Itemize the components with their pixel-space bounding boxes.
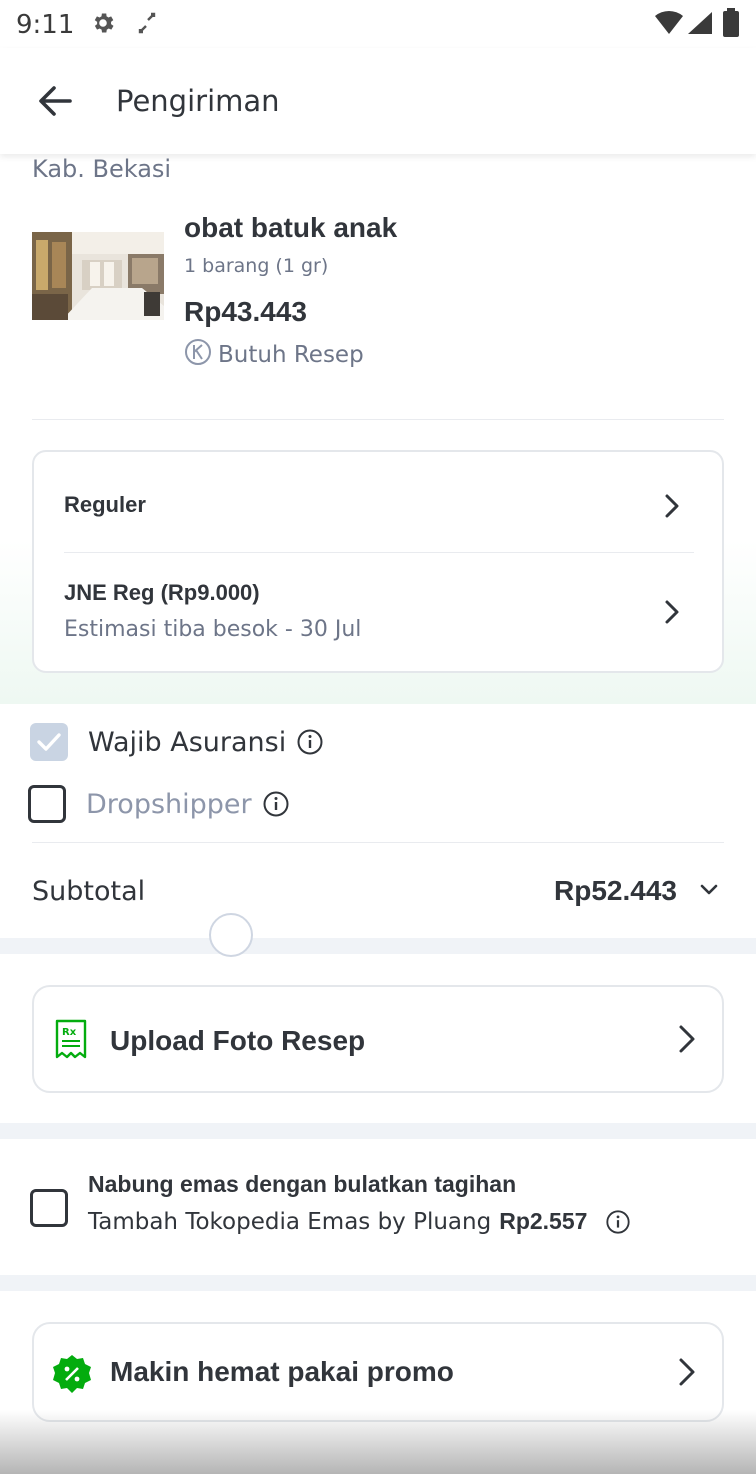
product-image [32,232,164,320]
svg-text:Rx: Rx [62,1027,77,1038]
promo-discount-icon [52,1354,92,1399]
settings-gear-icon [90,10,116,41]
promo-label: Makin hemat pakai promo [110,1356,454,1387]
courier-label: JNE Reg (Rp9.000) [64,580,260,605]
subtotal-value: Rp52.443 [554,875,677,906]
info-icon[interactable] [262,790,290,818]
info-icon[interactable] [605,1209,631,1235]
chevron-right-icon [676,1023,698,1060]
bottom-shadow [0,1410,756,1474]
section-separator [0,1275,756,1291]
insurance-label: Wajib Asuransi [88,726,287,758]
emas-subtitle: Tambah Tokopedia Emas by Pluang Rp2.557 [88,1208,631,1235]
loading-spinner [209,913,253,957]
k-badge-icon [184,338,212,372]
insurance-option: Wajib Asuransi [30,723,324,761]
status-bar: 9:11 [0,0,756,48]
battery-icon [722,8,740,43]
app-bar: Pengiriman [0,48,756,154]
wifi-icon [654,10,684,41]
delivery-estimate: Estimasi tiba besok - 30 Jul [64,617,362,642]
cell-signal-icon [686,10,714,41]
divider [64,552,694,553]
back-arrow-icon[interactable] [34,80,76,127]
dropshipper-label: Dropshipper [86,788,252,820]
chevron-down-icon [698,880,720,905]
info-icon[interactable] [296,728,324,756]
emas-amount: Rp2.557 [499,1208,588,1234]
section-separator [0,1123,756,1139]
emas-title: Nabung emas dengan bulatkan tagihan [88,1171,517,1197]
divider [32,419,724,420]
product-quantity: 1 barang (1 gr) [184,255,329,277]
dropshipper-option: Dropshipper [28,785,290,823]
dropshipper-checkbox[interactable] [28,785,66,823]
promo-card[interactable]: Makin hemat pakai promo [32,1322,724,1422]
emas-subtitle-text: Tambah Tokopedia Emas by Pluang [88,1208,492,1235]
insurance-checkbox[interactable] [30,723,68,761]
product-name: obat batuk anak [184,212,398,243]
emas-checkbox[interactable] [30,1189,68,1227]
shipping-location: Kab. Bekasi [32,155,172,183]
status-time: 9:11 [16,10,75,40]
shipping-service-label: Reguler [64,492,146,517]
page-title: Pengiriman [116,84,280,118]
prescription-receipt-icon: Rx [54,1019,88,1064]
product-price: Rp43.443 [184,296,307,327]
auto-rotate-icon [136,10,158,41]
prescription-badge-label: Butuh Resep [218,342,364,368]
upload-prescription-label: Upload Foto Resep [110,1025,366,1056]
section-separator [0,938,756,954]
upload-prescription-card[interactable]: Rx Upload Foto Resep [32,985,724,1093]
chevron-right-icon [662,492,682,525]
shipping-card: Reguler JNE Reg (Rp9.000) Estimasi tiba … [32,450,724,673]
divider [32,842,724,843]
chevron-right-icon [662,598,682,631]
prescription-badge: Butuh Resep [184,338,364,372]
subtotal-label: Subtotal [32,876,146,907]
chevron-right-icon [676,1356,698,1393]
